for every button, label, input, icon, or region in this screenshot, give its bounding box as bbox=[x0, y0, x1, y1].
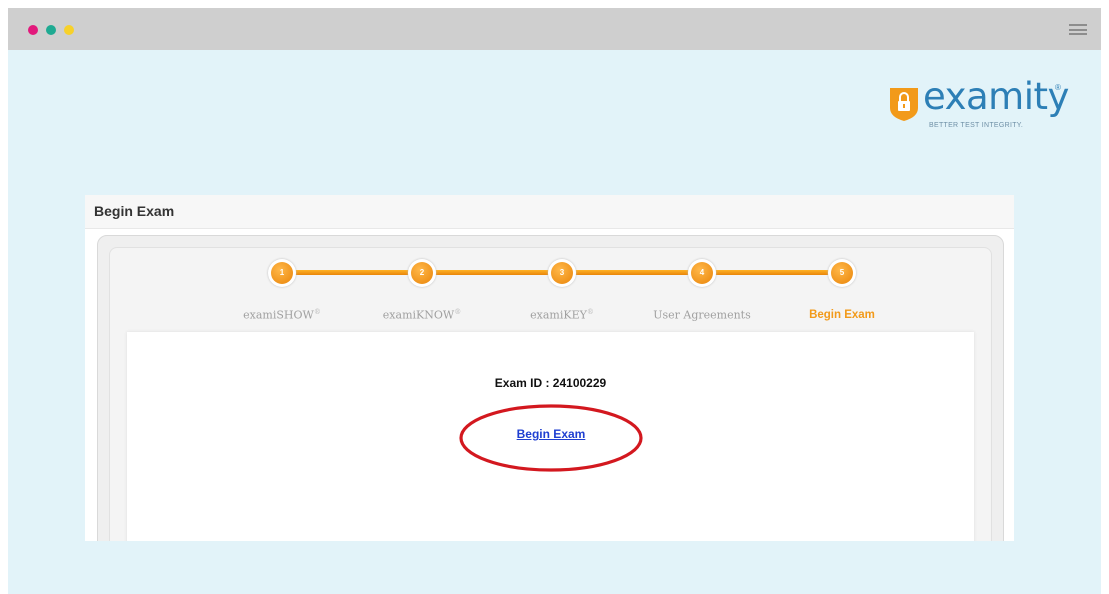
step-2-circle: 2 bbox=[408, 259, 436, 287]
maximize-dot-icon[interactable] bbox=[64, 25, 74, 35]
title-bar bbox=[8, 8, 1101, 50]
step-1-label: examiSHOW® bbox=[243, 308, 321, 322]
step-connector bbox=[422, 270, 562, 275]
logo-brand: examity bbox=[923, 75, 1069, 118]
step-2-label: examiKNOW® bbox=[382, 308, 462, 322]
step-5-label: Begin Exam bbox=[809, 308, 875, 321]
progress-steps: 1 2 3 4 5 examiSHOW® examiKNOW® examiKEY… bbox=[85, 195, 1014, 335]
browser-window: examity ® BETTER TEST INTEGRITY. Begin E… bbox=[8, 8, 1101, 594]
step-3-label: examiKEY® bbox=[530, 308, 594, 322]
step-4-label: User Agreements bbox=[653, 308, 751, 322]
logo-registered: ® bbox=[1055, 83, 1061, 92]
begin-exam-panel: Begin Exam 1 2 3 4 5 examiSHOW® examiKNO… bbox=[85, 195, 1014, 541]
step-1-circle: 1 bbox=[268, 259, 296, 287]
shield-lock-icon bbox=[890, 88, 918, 121]
exam-id-text: Exam ID : 24100229 bbox=[494, 376, 607, 390]
minimize-dot-icon[interactable] bbox=[46, 25, 56, 35]
step-5-circle: 5 bbox=[828, 259, 856, 287]
step-4-circle: 4 bbox=[688, 259, 716, 287]
hamburger-menu-icon[interactable] bbox=[1069, 24, 1087, 35]
annotation-ellipse bbox=[459, 404, 643, 472]
logo-tagline: BETTER TEST INTEGRITY. bbox=[929, 122, 1024, 129]
step-connector bbox=[562, 270, 702, 275]
step-connector bbox=[702, 270, 842, 275]
close-dot-icon[interactable] bbox=[28, 25, 38, 35]
examity-logo: examity ® BETTER TEST INTEGRITY. bbox=[889, 75, 1069, 135]
step-3-circle: 3 bbox=[548, 259, 576, 287]
step-connector bbox=[282, 270, 422, 275]
